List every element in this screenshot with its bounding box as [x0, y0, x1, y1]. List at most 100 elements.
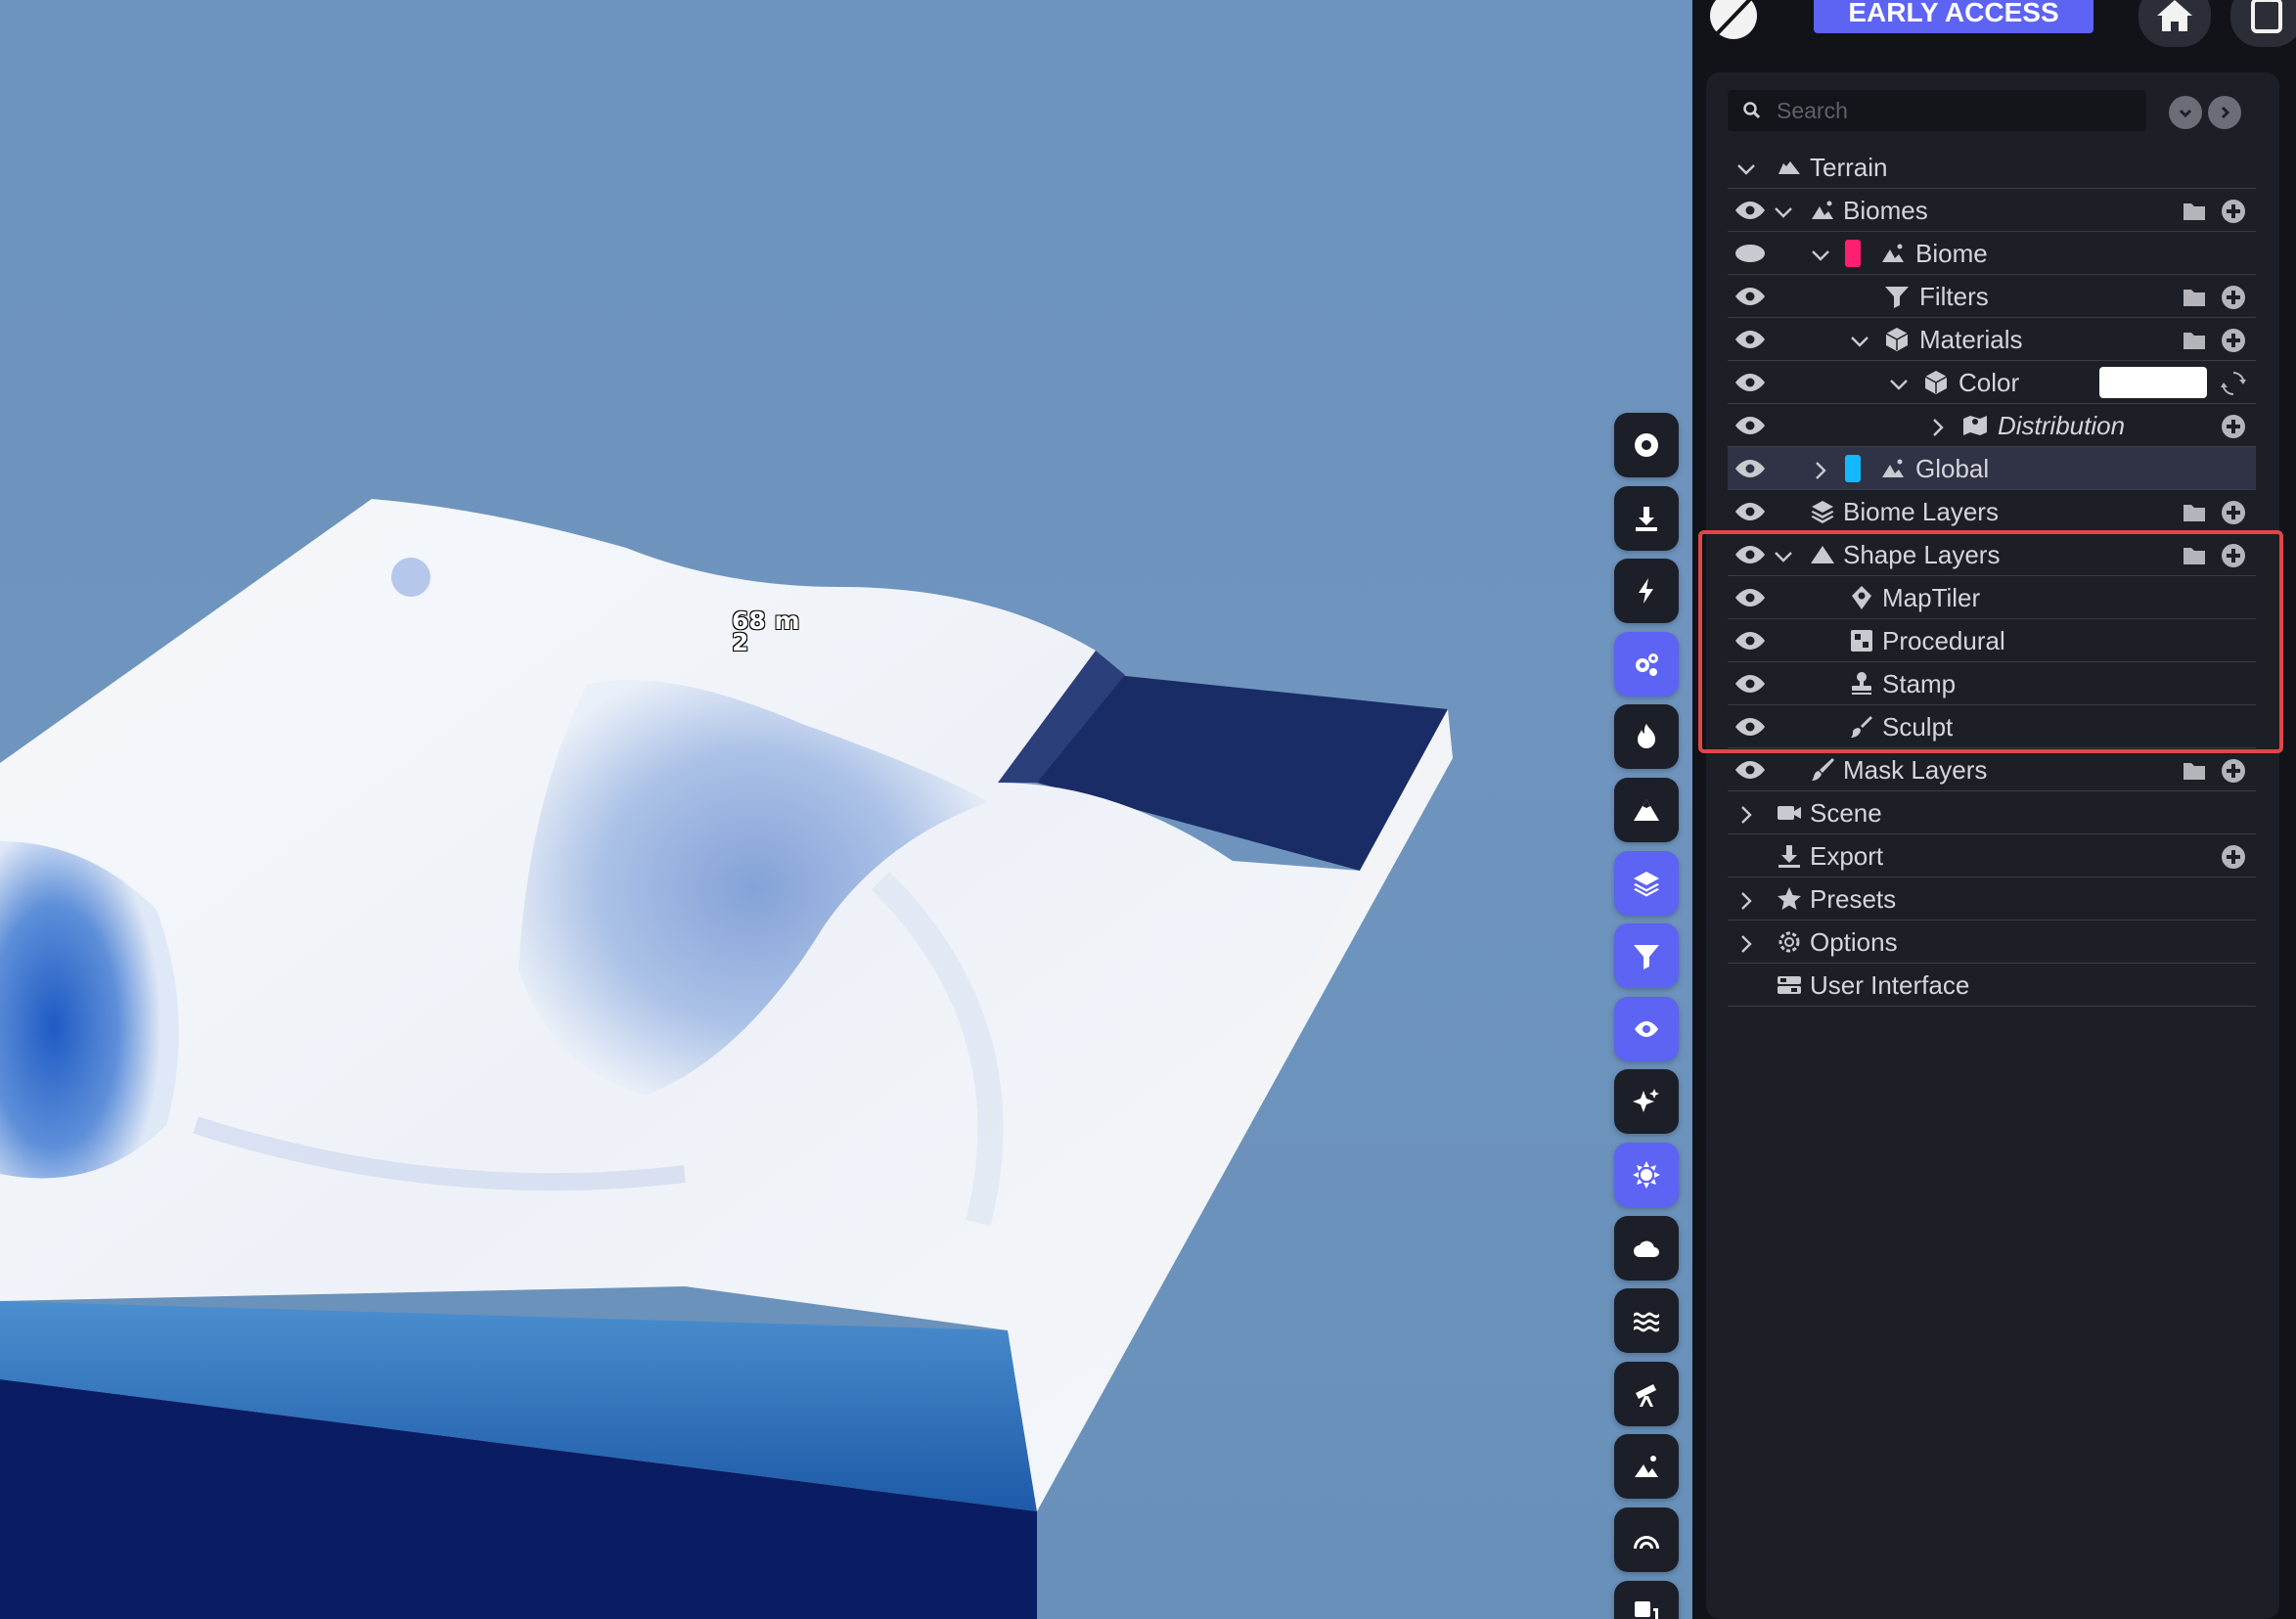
eye-closed-icon[interactable]	[1733, 242, 1767, 265]
eye-icon[interactable]	[1733, 457, 1767, 480]
eye-icon[interactable]	[1733, 629, 1767, 652]
chevron-down-icon[interactable]	[1773, 200, 1794, 221]
folder-icon[interactable]	[2182, 199, 2207, 224]
biome-icon	[1880, 241, 1906, 266]
folder-icon[interactable]	[2182, 500, 2207, 525]
eye-icon[interactable]	[1733, 328, 1767, 351]
early-access-button[interactable]: EARLY ACCESS	[1814, 0, 2093, 33]
eye-icon[interactable]	[1733, 758, 1767, 782]
window-icon	[2251, 0, 2282, 33]
chevron-right-icon[interactable]	[1735, 802, 1757, 824]
download-tool-button[interactable]	[1614, 485, 1679, 551]
chevron-right-icon[interactable]	[1735, 931, 1757, 953]
expand-all-button[interactable]	[2208, 96, 2241, 129]
fire-tool-button[interactable]	[1614, 704, 1679, 770]
folder-icon[interactable]	[2182, 285, 2207, 310]
tree-row-user-interface[interactable]: User Interface	[1728, 964, 2256, 1007]
tree-row-distribution[interactable]: Distribution	[1728, 404, 2256, 447]
add-icon[interactable]	[2221, 500, 2246, 525]
folder-icon[interactable]	[2182, 543, 2207, 568]
cloud-tool-button[interactable]	[1614, 1215, 1679, 1281]
tree-row-maptiler[interactable]: MapTiler	[1728, 576, 2256, 619]
chevron-down-icon[interactable]	[1888, 372, 1910, 393]
water-tool-button[interactable]	[1614, 1288, 1679, 1354]
chevron-down-icon[interactable]	[1849, 329, 1870, 350]
sun-tool-button[interactable]	[1614, 1142, 1679, 1207]
tree-row-terrain[interactable]: Terrain	[1728, 146, 2256, 189]
eye-icon[interactable]	[1733, 672, 1767, 696]
tree-row-biomes[interactable]: Biomes	[1728, 189, 2256, 232]
add-icon[interactable]	[2221, 844, 2246, 870]
chevron-right-icon[interactable]	[1735, 888, 1757, 910]
add-icon[interactable]	[2221, 758, 2246, 784]
add-icon[interactable]	[2221, 285, 2246, 310]
eye-icon[interactable]	[1733, 414, 1767, 437]
chevron-right-icon[interactable]	[1927, 415, 1949, 436]
eye-icon[interactable]	[1733, 543, 1767, 566]
tree-label-terrain: Terrain	[1810, 153, 1888, 182]
chevron-down-icon[interactable]	[1773, 544, 1794, 565]
elevation-marker: 68 m 2	[732, 608, 800, 656]
tree-row-shape-layers[interactable]: Shape Layers	[1728, 533, 2256, 576]
tree-row-filters[interactable]: Filters	[1728, 275, 2256, 318]
tree-row-biome-layers[interactable]: Biome Layers	[1728, 490, 2256, 533]
download-icon	[1777, 843, 1802, 869]
eye-icon[interactable]	[1733, 285, 1767, 308]
folder-icon[interactable]	[2182, 328, 2207, 353]
tree-label-sculpt: Sculpt	[1882, 712, 1954, 742]
biome-color-swatch[interactable]	[1845, 240, 1861, 267]
tree-row-procedural[interactable]: Procedural	[1728, 619, 2256, 662]
chevron-down-icon[interactable]	[1735, 157, 1757, 178]
tree-row-sculpt[interactable]: Sculpt	[1728, 705, 2256, 748]
filter-tool-button[interactable]	[1614, 923, 1679, 989]
layers-tool-button[interactable]	[1614, 850, 1679, 916]
biome-tool-button[interactable]	[1614, 1434, 1679, 1500]
telescope-tool-button[interactable]	[1614, 1361, 1679, 1426]
eye-tool-button[interactable]	[1614, 996, 1679, 1061]
search-box[interactable]	[1728, 90, 2146, 131]
target-tool-button[interactable]	[1614, 413, 1679, 477]
material-color-swatch[interactable]	[2099, 367, 2207, 398]
cogs-tool-button[interactable]	[1614, 631, 1679, 697]
eye-icon[interactable]	[1733, 371, 1767, 394]
tree-row-materials[interactable]: Materials	[1728, 318, 2256, 361]
rainbow-tool-button[interactable]	[1614, 1507, 1679, 1572]
elevation-sub: 2	[732, 628, 749, 656]
eye-icon[interactable]	[1733, 500, 1767, 523]
add-icon[interactable]	[2221, 543, 2246, 568]
terrain-render[interactable]	[0, 0, 1692, 1619]
search-input[interactable]	[1777, 90, 2138, 131]
folder-icon[interactable]	[2182, 758, 2207, 784]
tree-row-presets[interactable]: Presets	[1728, 877, 2256, 921]
noise-icon	[1849, 628, 1874, 653]
chevron-right-icon[interactable]	[1810, 458, 1831, 479]
mountain-tool-button[interactable]	[1614, 777, 1679, 842]
chevron-down-icon[interactable]	[1810, 243, 1831, 264]
tree-row-biome[interactable]: Biome	[1728, 232, 2256, 275]
tree-row-mask-layers[interactable]: Mask Layers	[1728, 748, 2256, 791]
eye-icon[interactable]	[1733, 715, 1767, 739]
terrain-viewport[interactable]: 68 m 2	[0, 0, 1692, 1619]
tree-row-stamp[interactable]: Stamp	[1728, 662, 2256, 705]
sparkles-tool-button[interactable]	[1614, 1069, 1679, 1135]
global-color-swatch[interactable]	[1845, 455, 1861, 482]
tree-row-options[interactable]: Options	[1728, 921, 2256, 964]
add-icon[interactable]	[2221, 414, 2246, 439]
biome-icon	[1880, 456, 1906, 481]
eye-icon[interactable]	[1733, 586, 1767, 609]
eye-icon[interactable]	[1733, 199, 1767, 222]
lightning-tool-button[interactable]	[1614, 559, 1679, 624]
terrain-icon	[1777, 155, 1802, 180]
resize-icon	[1635, 1600, 1658, 1619]
tree-row-color[interactable]: Color	[1728, 361, 2256, 404]
collapse-all-button[interactable]	[2169, 96, 2202, 129]
resize-tool-button[interactable]	[1614, 1580, 1679, 1619]
tree-row-export[interactable]: Export	[1728, 834, 2256, 877]
home-button[interactable]	[2138, 0, 2211, 47]
tree-row-scene[interactable]: Scene	[1728, 791, 2256, 834]
refresh-icon[interactable]	[2221, 371, 2246, 396]
window-button[interactable]	[2230, 0, 2296, 47]
add-icon[interactable]	[2221, 199, 2246, 224]
tree-row-global[interactable]: Global	[1728, 447, 2256, 490]
add-icon[interactable]	[2221, 328, 2246, 353]
